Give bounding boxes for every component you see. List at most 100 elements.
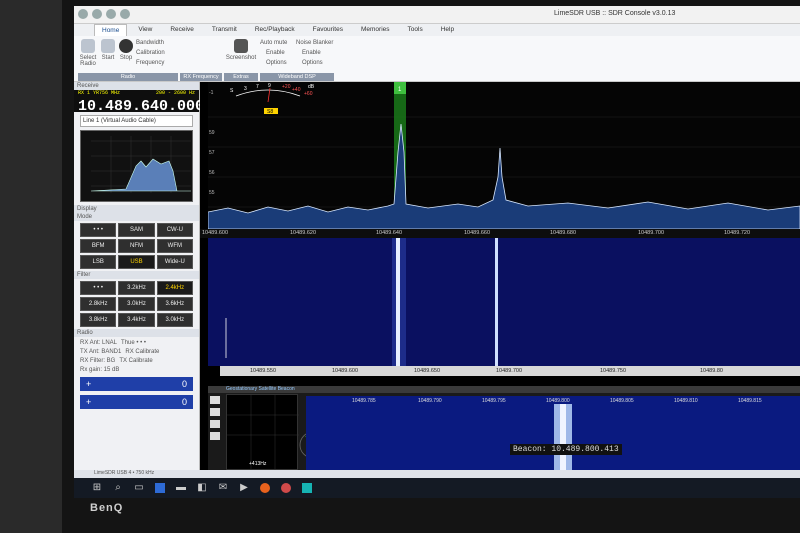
browser-icon[interactable] [281, 483, 291, 493]
group-extras: Extras [224, 73, 258, 81]
waterfall-graph [225, 238, 498, 366]
frequency-button[interactable]: Frequency [136, 60, 164, 66]
filter-button-6[interactable]: 3.8kHz [80, 313, 117, 327]
auto-mute-options[interactable]: Options [266, 60, 287, 66]
filter-button-3[interactable]: 2.8kHz [80, 297, 117, 311]
camera-icon[interactable] [210, 396, 220, 404]
frequency-display[interactable]: RX 1 YR756 MHz 200 - 2600 Hz 10.489.640.… [74, 90, 204, 115]
scale-label: 10489.600 [202, 230, 228, 236]
mail-icon[interactable]: ✉ [218, 483, 228, 493]
filter-button-1[interactable]: 3.2kHz [118, 281, 155, 295]
gain-slider-1[interactable]: +0 [80, 377, 193, 391]
filter-button-7[interactable]: 3.4kHz [118, 313, 155, 327]
radio-icon [81, 39, 95, 53]
title-bar: LimeSDR USB :: SDR Console v3.0.13 [74, 6, 800, 24]
mode-more-button[interactable]: • • • [80, 223, 117, 237]
select-radio-button[interactable]: Select Radio [78, 39, 98, 67]
tx-antenna-select[interactable]: TX Ant: BAND1 [80, 349, 121, 355]
rx-gain-select[interactable]: Rx gain: 15 dB [80, 367, 119, 373]
start-button[interactable]: Start [100, 39, 116, 61]
edge-icon[interactable] [155, 483, 165, 493]
spectrum-ylabel: 55 [209, 190, 215, 196]
rx-calibrate-button[interactable]: RX Calibrate [125, 349, 159, 355]
tab-favourites[interactable]: Favourites [306, 24, 350, 36]
beacon-scale-label: 10489.790 [418, 398, 442, 404]
beacon-scale-label: 10489.815 [738, 398, 762, 404]
filter-button-4[interactable]: 3.0kHz [118, 297, 155, 311]
waterfall-display[interactable] [208, 238, 800, 366]
mode-wideu-button[interactable]: Wide-U [156, 255, 193, 269]
beacon-scale-label: 10489.810 [674, 398, 698, 404]
record-icon[interactable] [120, 9, 130, 19]
settings-icon[interactable] [210, 408, 220, 416]
stop-icon [119, 39, 133, 53]
screen: LimeSDR USB :: SDR Console v3.0.13 Home … [74, 6, 800, 498]
spectrum-ylabel: 59 [209, 130, 215, 136]
tab-view[interactable]: View [131, 24, 159, 36]
tab-home[interactable]: Home [94, 24, 128, 36]
mode-sam-button[interactable]: SAM [118, 223, 155, 237]
mode-nfm-button[interactable]: NFM [118, 239, 155, 253]
group-rx-frequency: RX Frequency [180, 73, 222, 81]
tab-help[interactable]: Help [434, 24, 461, 36]
mode-header: Mode [74, 213, 199, 221]
tab-rec-playback[interactable]: Rec/Playback [248, 24, 302, 36]
folder-icon[interactable]: ▬ [176, 483, 186, 493]
mode-lsb-button[interactable]: LSB [80, 255, 117, 269]
stop-icon[interactable] [106, 9, 116, 19]
zoom-label: 10489.80 [700, 368, 723, 374]
task-view-icon[interactable]: ▭ [134, 483, 144, 493]
firefox-icon[interactable] [260, 483, 270, 493]
spectrum-ylabel: 56 [209, 170, 215, 176]
tx-calibrate-button[interactable]: TX Calibrate [119, 358, 152, 364]
lock-icon[interactable] [210, 432, 220, 440]
mode-usb-button[interactable]: USB [118, 255, 155, 269]
zoom-scale[interactable]: 10489.550 10489.600 10489.650 10489.700 … [220, 366, 800, 376]
tab-memories[interactable]: Memories [354, 24, 397, 36]
tab-transmit[interactable]: Transmit [205, 24, 244, 36]
calibration-button[interactable]: Calibration [136, 50, 165, 56]
gain-slider-2[interactable]: +0 [80, 395, 193, 409]
stop-button[interactable]: Stop [118, 39, 134, 61]
bandwidth-select[interactable]: Bandwidth [136, 40, 164, 46]
filter-more-button[interactable]: • • • [80, 281, 117, 295]
screenshot-button[interactable]: Screenshot [224, 39, 258, 61]
auto-mute-enable[interactable]: Enable [266, 50, 285, 56]
filter-buttons: • • • 3.2kHz 2.4kHz 2.8kHz 3.0kHz 3.6kHz… [80, 281, 193, 327]
windows-start-icon[interactable]: ⊞ [92, 483, 102, 493]
rx-antenna-select[interactable]: RX Ant: LNAL [80, 340, 117, 346]
window-title: LimeSDR USB :: SDR Console v3.0.13 [554, 10, 676, 17]
noise-blanker-enable[interactable]: Enable [302, 50, 321, 56]
noise-blanker-options[interactable]: Options [302, 60, 323, 66]
zoom-icon[interactable] [210, 420, 220, 428]
tab-receive[interactable]: Receive [163, 24, 200, 36]
radio-row-2: TX Ant: BAND1 RX Calibrate [80, 349, 193, 355]
mode-wfm-button[interactable]: WFM [156, 239, 193, 253]
beacon-panel-header: Geostationary Satellite Beacon [208, 386, 800, 393]
display-header: Display [74, 205, 199, 213]
s-meter: S8 S 3 7 9 +20 +40 +60 dB [230, 83, 315, 115]
s-meter-unit: dB [308, 84, 315, 90]
spectrum-display[interactable]: 1 S8 S 3 7 9 +20 +40 +60 dB -1 59 57 56 … [207, 82, 800, 230]
mode-bfm-button[interactable]: BFM [80, 239, 117, 253]
tab-tools[interactable]: Tools [401, 24, 430, 36]
scale-label: 10489.720 [724, 230, 750, 236]
rx-label: RX 1 YR756 MHz [78, 90, 121, 96]
filter-button-5[interactable]: 3.6kHz [156, 297, 193, 311]
app-menu-icon[interactable] [78, 9, 88, 19]
status-bar: LimeSDR USB 4 • 750 kHz [74, 470, 800, 478]
beacon-waterfall[interactable]: 10489.785 10489.790 10489.795 10489.800 … [306, 396, 800, 470]
audio-output-select[interactable]: Line 1 (Virtual Audio Cable) [80, 115, 193, 127]
media-icon[interactable]: ▶ [239, 483, 249, 493]
sdr-console-icon[interactable] [302, 483, 312, 493]
rx-filter-select[interactable]: RX Filter: BG [80, 358, 115, 364]
store-icon[interactable]: ◧ [197, 483, 207, 493]
audio-spectrum-graph [90, 136, 191, 193]
radio-row-3: RX Filter: BG TX Calibrate [80, 358, 193, 364]
start-icon[interactable] [92, 9, 102, 19]
filter-button-8[interactable]: 3.0kHz [156, 313, 193, 327]
search-icon[interactable]: ⌕ [113, 483, 123, 493]
tune-button[interactable]: Thue • • • [121, 340, 146, 346]
filter-button-2[interactable]: 2.4kHz [156, 281, 193, 295]
mode-cwu-button[interactable]: CW-U [156, 223, 193, 237]
